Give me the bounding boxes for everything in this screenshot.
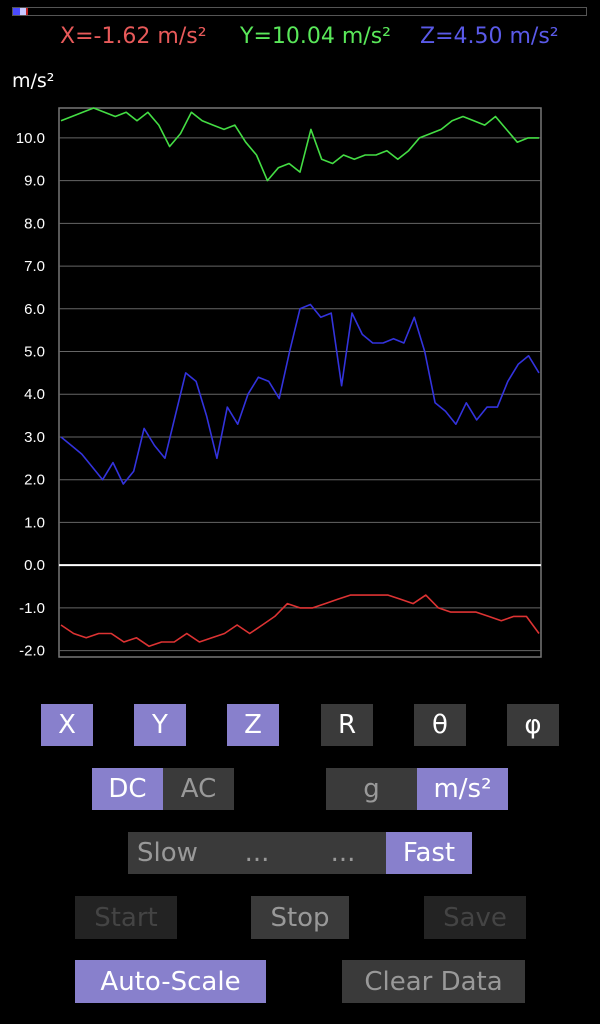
unit-ms2-button[interactable]: m/s²: [417, 768, 508, 810]
speed-fast-button[interactable]: Fast: [386, 832, 472, 874]
speed-slow-button[interactable]: Slow: [128, 832, 214, 874]
toggle-x-button[interactable]: X: [41, 704, 93, 746]
toggle-z-button[interactable]: Z: [227, 704, 279, 746]
clear-data-button[interactable]: Clear Data: [342, 960, 525, 1003]
toggle-r-button[interactable]: R: [321, 704, 373, 746]
auto-scale-button[interactable]: Auto-Scale: [75, 960, 266, 1003]
y-tick-label: 9.0: [24, 173, 45, 190]
plot-area: [58, 107, 542, 658]
y-tick-label: 10.0: [16, 130, 45, 147]
buffer-progress-bar: [12, 7, 587, 16]
y-readout: Y=10.04 m/s²: [240, 24, 391, 49]
y-axis-unit-label: m/s²: [12, 70, 55, 92]
speed-mid1-button[interactable]: ...: [214, 832, 300, 874]
unit-g-button[interactable]: g: [326, 768, 417, 810]
speed-mid2-button[interactable]: ...: [300, 832, 386, 874]
y-tick-label: 5.0: [24, 344, 45, 361]
progress-fill: [13, 8, 20, 15]
save-button[interactable]: Save: [424, 896, 526, 939]
toggle-theta-button[interactable]: θ: [414, 704, 466, 746]
dc-button[interactable]: DC: [92, 768, 163, 810]
x-readout: X=-1.62 m/s²: [60, 24, 207, 49]
y-tick-label: -1.0: [19, 600, 45, 617]
stop-button[interactable]: Stop: [251, 896, 349, 939]
z-readout: Z=4.50 m/s²: [420, 24, 559, 49]
y-tick-label: 1.0: [24, 514, 45, 531]
y-tick-label: 7.0: [24, 258, 45, 275]
y-tick-label: 2.0: [24, 472, 45, 489]
progress-marker: [26, 8, 28, 15]
y-tick-label: 6.0: [24, 301, 45, 318]
start-button[interactable]: Start: [75, 896, 177, 939]
y-tick-label: 4.0: [24, 386, 45, 403]
y-tick-label: 8.0: [24, 215, 45, 232]
y-tick-label: 0.0: [24, 557, 45, 574]
toggle-phi-button[interactable]: φ: [507, 704, 559, 746]
y-tick-label: 3.0: [24, 429, 45, 446]
ac-button[interactable]: AC: [163, 768, 234, 810]
acceleration-chart: 10.0 9.0 8.0 7.0 6.0 5.0 4.0 3.0 2.0 1.0 0.0 -1.0 -2…: [16, 107, 542, 660]
toggle-y-button[interactable]: Y: [134, 704, 186, 746]
y-tick-label: -2.0: [19, 643, 45, 660]
